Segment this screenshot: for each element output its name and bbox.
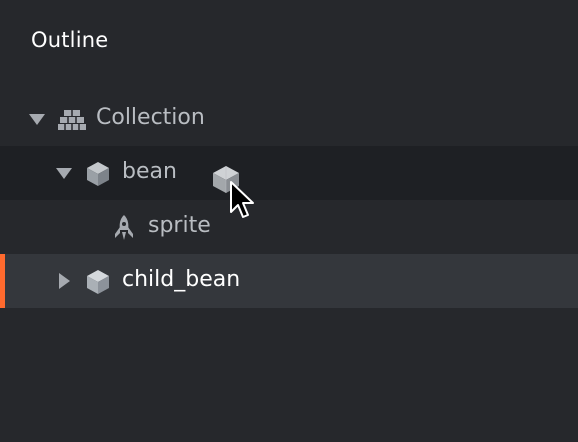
expand-arrow-down-icon[interactable]	[56, 168, 72, 179]
tree-item-label: Collection	[96, 105, 205, 130]
tree-item-label: bean	[122, 159, 177, 184]
tree-item-label: child_bean	[122, 267, 241, 292]
tree-item-label: sprite	[148, 213, 211, 238]
tree-item-sprite[interactable]: sprite	[0, 200, 578, 254]
game-object-icon	[87, 162, 109, 186]
tree-item-collection[interactable]: Collection	[0, 92, 578, 146]
collection-icon	[58, 110, 86, 130]
panel-title: Outline	[31, 28, 109, 52]
sprite-icon	[115, 215, 133, 240]
outline-panel: Outline Collection bean sprite child_bea…	[0, 0, 578, 442]
expand-arrow-right-icon[interactable]	[59, 273, 70, 289]
tree-item-child-bean[interactable]: child_bean	[0, 254, 578, 308]
game-object-icon	[87, 270, 109, 294]
tree-item-bean[interactable]: bean	[0, 146, 578, 200]
mouse-cursor-icon	[230, 181, 254, 218]
selection-marker	[0, 254, 5, 308]
expand-arrow-down-icon[interactable]	[29, 114, 45, 125]
